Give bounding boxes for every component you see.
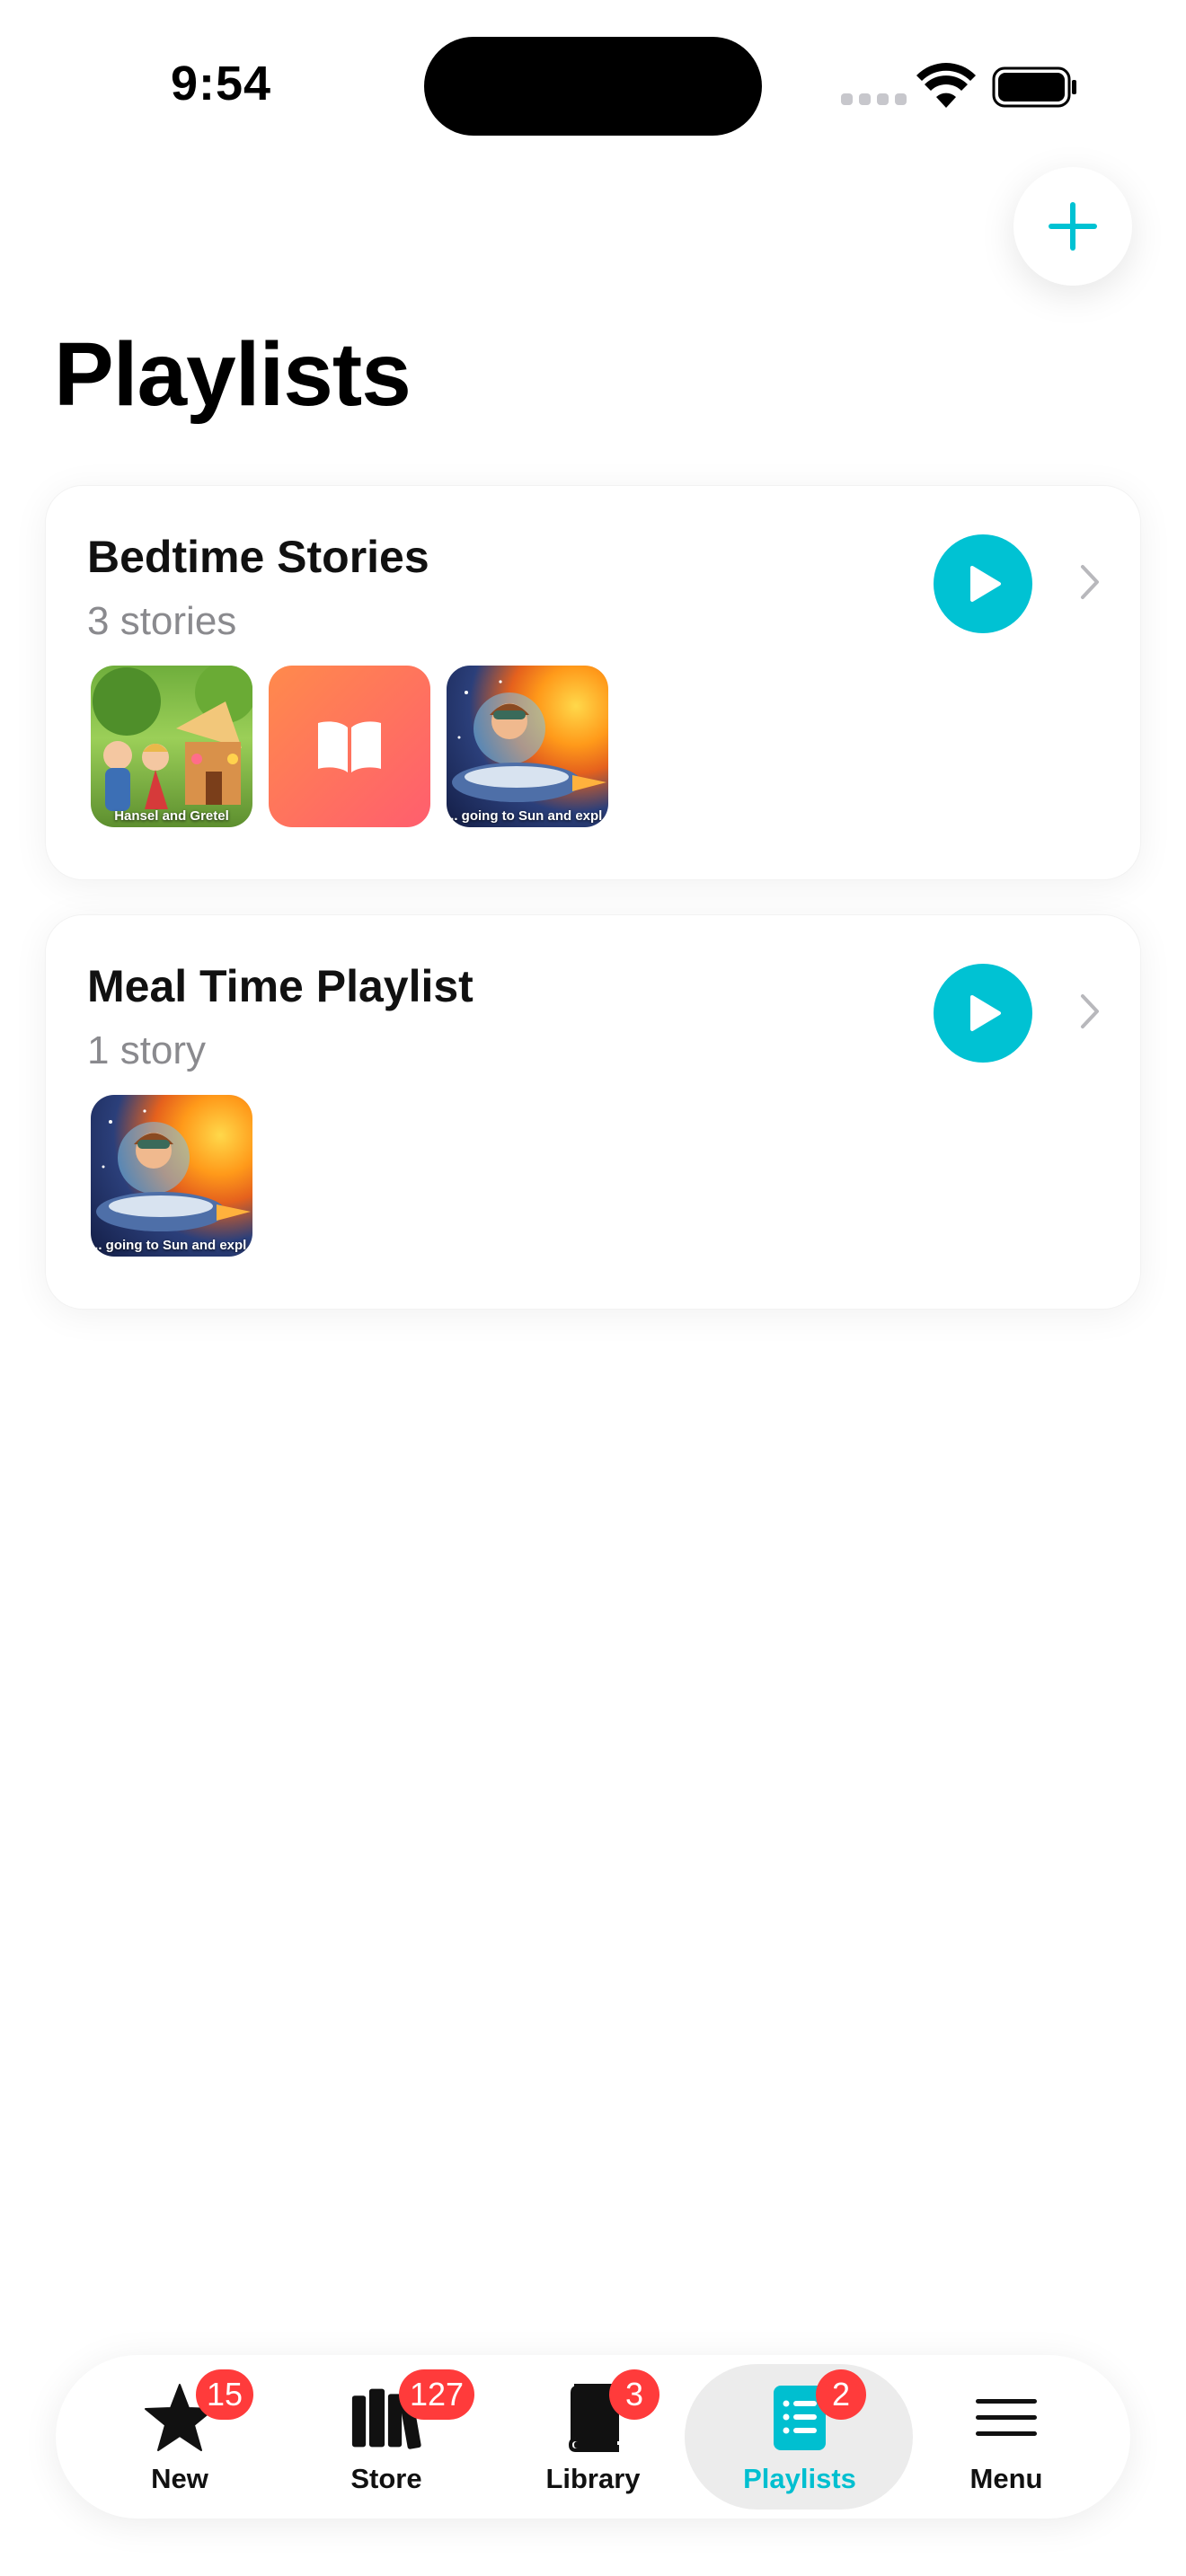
menu-icon — [970, 2382, 1042, 2454]
play-icon — [970, 566, 1001, 602]
space-rocket-illustration — [452, 680, 606, 802]
status-time: 9:54 — [171, 57, 272, 110]
book-icon — [318, 721, 381, 772]
play-playlist-button[interactable] — [934, 964, 1032, 1063]
badge-new: 15 — [196, 2369, 254, 2420]
tab-label-store: Store — [350, 2463, 422, 2494]
playlist-title: Bedtime Stories — [87, 532, 429, 582]
playlist-story-count: 1 story — [87, 1028, 207, 1072]
playlist-story-count: 3 stories — [87, 599, 237, 643]
wifi-icon — [916, 63, 976, 108]
page-title: Playlists — [54, 324, 412, 425]
hansel-gretel-illustration — [93, 666, 252, 811]
tab-label-menu: Menu — [969, 2463, 1043, 2494]
tab-bar: 15 New 127 Store 3 Library 2 Playlists M… — [56, 2355, 1130, 2519]
tab-library[interactable]: 3 Library — [491, 2355, 695, 2519]
badge-store: 127 — [399, 2369, 475, 2420]
playlist-thumbnails: ... going to Sun and expl... — [91, 1095, 252, 1257]
battery-icon — [992, 66, 1076, 108]
badge-playlists: 2 — [816, 2369, 866, 2420]
story-thumbnail[interactable]: Hansel and Gretel — [91, 666, 252, 827]
playlist-thumbnails: Hansel and Gretel ... going to Sun and e… — [91, 666, 608, 827]
playlist-card-bedtime-stories[interactable]: Bedtime Stories 3 stories Hansel and Gre… — [45, 485, 1141, 880]
dynamic-island — [424, 37, 762, 136]
plus-icon — [1049, 202, 1097, 251]
tab-label-library: Library — [545, 2463, 641, 2494]
thumbnail-caption: ... going to Sun and expl... — [447, 808, 608, 824]
thumbnail-caption: Hansel and Gretel — [114, 808, 229, 824]
tab-store[interactable]: 127 Store — [284, 2355, 489, 2519]
play-icon — [970, 995, 1001, 1031]
chevron-right-icon[interactable] — [1077, 561, 1102, 603]
playlist-card-meal-time[interactable]: Meal Time Playlist 1 story ... going to … — [45, 914, 1141, 1310]
chevron-right-icon[interactable] — [1077, 991, 1102, 1032]
story-thumbnail[interactable] — [269, 666, 430, 827]
tab-playlists[interactable]: 2 Playlists — [697, 2355, 902, 2519]
play-playlist-button[interactable] — [934, 534, 1032, 633]
tab-menu[interactable]: Menu — [904, 2355, 1109, 2519]
tab-label-new: New — [151, 2463, 208, 2494]
space-rocket-illustration — [96, 1109, 251, 1231]
story-thumbnail[interactable]: ... going to Sun and expl... — [91, 1095, 252, 1257]
status-bar: 9:54 — [0, 0, 1186, 162]
story-thumbnail[interactable]: ... going to Sun and expl... — [447, 666, 608, 827]
add-playlist-button[interactable] — [1013, 167, 1132, 286]
tab-label-playlists: Playlists — [743, 2463, 856, 2494]
tab-new[interactable]: 15 New — [77, 2355, 282, 2519]
badge-library: 3 — [609, 2369, 659, 2420]
cellular-signal-icon — [841, 93, 907, 105]
thumbnail-caption: ... going to Sun and expl... — [91, 1238, 252, 1253]
playlist-title: Meal Time Playlist — [87, 961, 474, 1011]
